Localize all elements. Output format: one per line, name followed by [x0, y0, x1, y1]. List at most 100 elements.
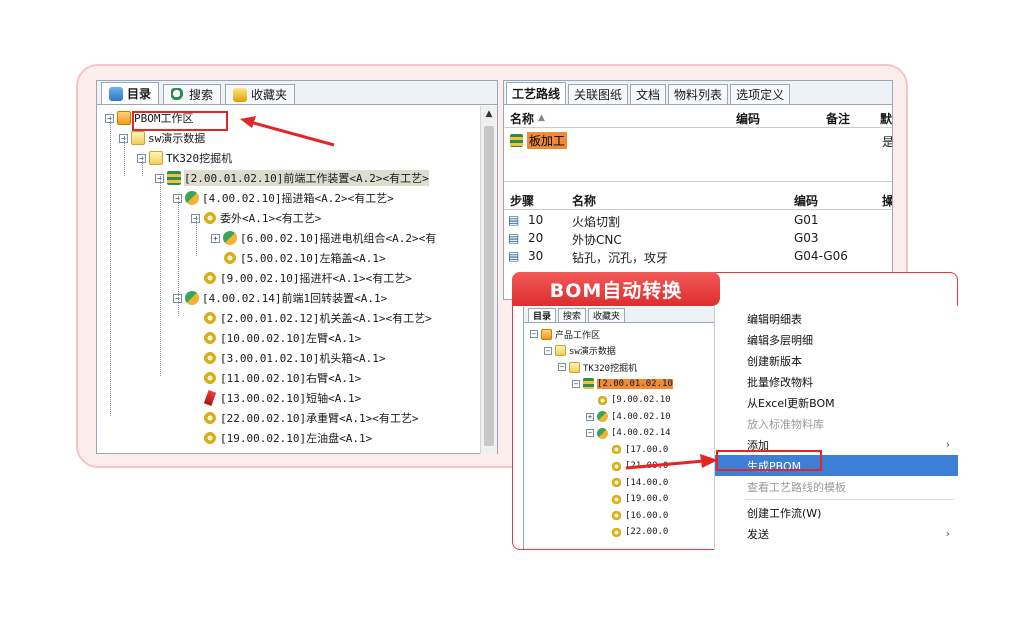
col-header-code[interactable]: 编码: [736, 109, 760, 127]
context-menu: 编辑明细表 编辑多层明细 创建新版本批量修改物料从Excel更新BOM 放入标准物料库…: [714, 306, 958, 550]
inset-tree-node-label: [14.00.0: [625, 477, 669, 488]
tab-favorites[interactable]: 收藏夹: [225, 84, 296, 104]
tab-option-definition[interactable]: 选项定义: [730, 84, 791, 104]
inset-tree-node-label: [16.00.0: [625, 510, 669, 521]
collapse-icon[interactable]: −: [544, 346, 552, 355]
col-header-default[interactable]: 默: [880, 109, 892, 127]
inset-tree-node[interactable]: [19.00.0: [600, 491, 668, 507]
menu-item-label: 放入标准物料库: [747, 417, 824, 431]
tab-search[interactable]: 搜索: [163, 84, 222, 104]
root-icon: [117, 111, 131, 125]
scroll-up-icon[interactable]: ▲: [481, 106, 497, 123]
menu-item[interactable]: 从Excel更新BOM: [715, 392, 958, 413]
tab-documents[interactable]: 文档: [630, 84, 667, 104]
tree-node[interactable]: − TK320挖掘机: [137, 148, 232, 168]
tree-node[interactable]: − [4.00.02.10]摇进箱<A.2><有工艺>: [173, 188, 394, 208]
inset-tree-node[interactable]: − TK320挖掘机: [558, 359, 637, 375]
step-cell-step[interactable]: 20: [528, 231, 543, 245]
inset-tab-search[interactable]: 搜索: [558, 308, 587, 322]
tree-node[interactable]: [11.00.02.10]右臂<A.1>: [191, 368, 361, 388]
tree-node[interactable]: − [2.00.01.02.10]前端工作装置<A.2><有工艺>: [155, 168, 429, 188]
scroll-thumb[interactable]: [484, 126, 494, 446]
tab-process-route[interactable]: 工艺路线: [506, 82, 567, 104]
collapse-icon[interactable]: −: [558, 363, 566, 371]
tree-node[interactable]: [19.00.02.10]左油盘<A.1>: [191, 428, 372, 448]
tree-node-label: [4.00.02.10]摇进箱<A.2><有工艺>: [202, 192, 394, 205]
inset-tree-node-label: 产品工作区: [555, 330, 601, 341]
route-row[interactable]: 板加工: [510, 131, 568, 149]
step-cell-name[interactable]: 火焰切割: [572, 213, 620, 230]
menu-item[interactable]: 批量修改物料: [715, 371, 958, 392]
menu-item[interactable]: 编辑明细表: [715, 308, 958, 329]
inset-tree-node[interactable]: [16.00.0: [600, 508, 668, 524]
col-header-name[interactable]: 名称 ▲: [510, 109, 545, 127]
tree-node[interactable]: [3.00.01.02.10]机头箱<A.1>: [191, 348, 385, 368]
inset-tree-node[interactable]: [22.00.0: [600, 524, 668, 540]
process-tabbar: 工艺路线 关联图纸 文档 物料列表 选项定义: [504, 81, 892, 105]
gear-icon: [611, 526, 622, 538]
tree-node[interactable]: − 委外<A.1><有工艺>: [191, 208, 321, 228]
inset-tab-directory[interactable]: 目录: [528, 308, 557, 322]
col-header-step[interactable]: 步骤: [510, 191, 534, 209]
step-cell-code[interactable]: G01: [794, 213, 819, 227]
favorites-icon: [233, 87, 248, 102]
inset-tree-node[interactable]: [14.00.0: [600, 475, 668, 491]
step-cell-step[interactable]: 30: [528, 249, 543, 263]
step-icon: ▤: [508, 231, 520, 245]
submenu-chevron-icon: ›: [945, 438, 950, 451]
inset-tree-node[interactable]: − sw演示数据: [544, 343, 616, 359]
step-cell-name[interactable]: 钻孔，沉孔，攻牙: [572, 249, 668, 266]
inset-tree-node[interactable]: [9.00.02.10: [586, 392, 671, 408]
tree-node[interactable]: [22.00.02.10]承重臂<A.1><有工艺>: [191, 408, 418, 428]
menu-item-label: 批量修改物料: [747, 375, 813, 389]
collapse-icon[interactable]: −: [586, 429, 594, 437]
tree-node[interactable]: [13.00.02.10]短轴<A.1>: [191, 388, 361, 408]
step-icon: ▤: [508, 249, 520, 263]
col-header-operation[interactable]: 操: [882, 191, 892, 209]
tree-node-label: [2.00.01.02.12]机关盖<A.1><有工艺>: [220, 312, 432, 325]
tree-node[interactable]: + [6.00.02.10]摇进电机组合<A.2><有: [211, 228, 436, 248]
menu-item[interactable]: 发送 ›: [715, 523, 958, 544]
inset-tree-node[interactable]: − [2.00.01.02.10: [572, 376, 673, 392]
tree-node[interactable]: [2.00.01.02.12]机关盖<A.1><有工艺>: [191, 308, 432, 328]
route-default-flag: 是: [882, 135, 893, 149]
step-cell-step[interactable]: 10: [528, 213, 543, 227]
expand-icon[interactable]: +: [211, 233, 220, 243]
tree-node-label: [10.00.02.10]左臂<A.1>: [220, 332, 362, 345]
menu-item[interactable]: 编辑多层明细: [715, 329, 958, 350]
step-cell-name[interactable]: 外协CNC: [572, 231, 622, 248]
pointer-arrow-icon: [240, 116, 335, 147]
inset-tree-node[interactable]: − 产品工作区: [530, 326, 600, 342]
col-header-note[interactable]: 备注: [826, 109, 850, 127]
step-cell-code[interactable]: G04-G06: [794, 249, 848, 263]
col-header-step-code[interactable]: 编码: [794, 191, 818, 209]
menu-item[interactable]: 创建新版本: [715, 350, 958, 371]
inset-tree-view[interactable]: − 产品工作区 − sw演示数据 − TK320挖掘机 − [2.00.01.02.10 [9.…: [524, 324, 722, 549]
menu-item-label: 创建工作流(W): [747, 506, 822, 520]
inset-tree-node-label: sw演示数据: [569, 347, 616, 357]
directory-icon: [109, 86, 123, 101]
inset-tree-node[interactable]: + [4.00.02.10: [586, 409, 671, 425]
expand-icon[interactable]: +: [586, 412, 594, 421]
step-cell-code[interactable]: G03: [794, 231, 819, 245]
tree-node[interactable]: [5.00.02.10]左箱盖<A.1>: [211, 248, 386, 268]
tree-node[interactable]: − [4.00.02.14]前端1回转装置<A.1>: [173, 288, 387, 308]
inset-tree-panel: 目录 搜索 收藏夹 − 产品工作区 − sw演示数据 − TK320挖掘机 − [2.00.0…: [523, 307, 723, 549]
col-header-step-name[interactable]: 名称: [572, 191, 596, 209]
assembly-icon: [185, 291, 199, 305]
inset-tab-favorites[interactable]: 收藏夹: [588, 308, 626, 322]
tree-node-label: [5.00.02.10]左箱盖<A.1>: [240, 252, 386, 265]
tree-scrollbar[interactable]: ▲: [480, 106, 497, 454]
tree-node[interactable]: [10.00.02.10]左臂<A.1>: [191, 328, 361, 348]
tree-node[interactable]: [9.00.02.10]摇进杆<A.1><有工艺>: [191, 268, 412, 288]
collapse-icon[interactable]: −: [530, 330, 538, 338]
tab-directory[interactable]: 目录: [101, 82, 160, 104]
inset-tree-node[interactable]: − [4.00.02.14: [586, 425, 671, 441]
tree-node[interactable]: − sw演示数据: [119, 128, 205, 148]
inset-tabbar: 目录 搜索 收藏夹: [524, 307, 722, 323]
tab-related-drawings[interactable]: 关联图纸: [568, 84, 629, 104]
collapse-icon[interactable]: −: [572, 379, 580, 388]
tree-view[interactable]: − PBOM工作区 − sw演示数据 − TK320挖掘机 − [2.00.01.02.10]…: [97, 106, 481, 454]
menu-item[interactable]: 创建工作流(W): [715, 502, 958, 523]
tab-material-list[interactable]: 物料列表: [668, 84, 729, 104]
